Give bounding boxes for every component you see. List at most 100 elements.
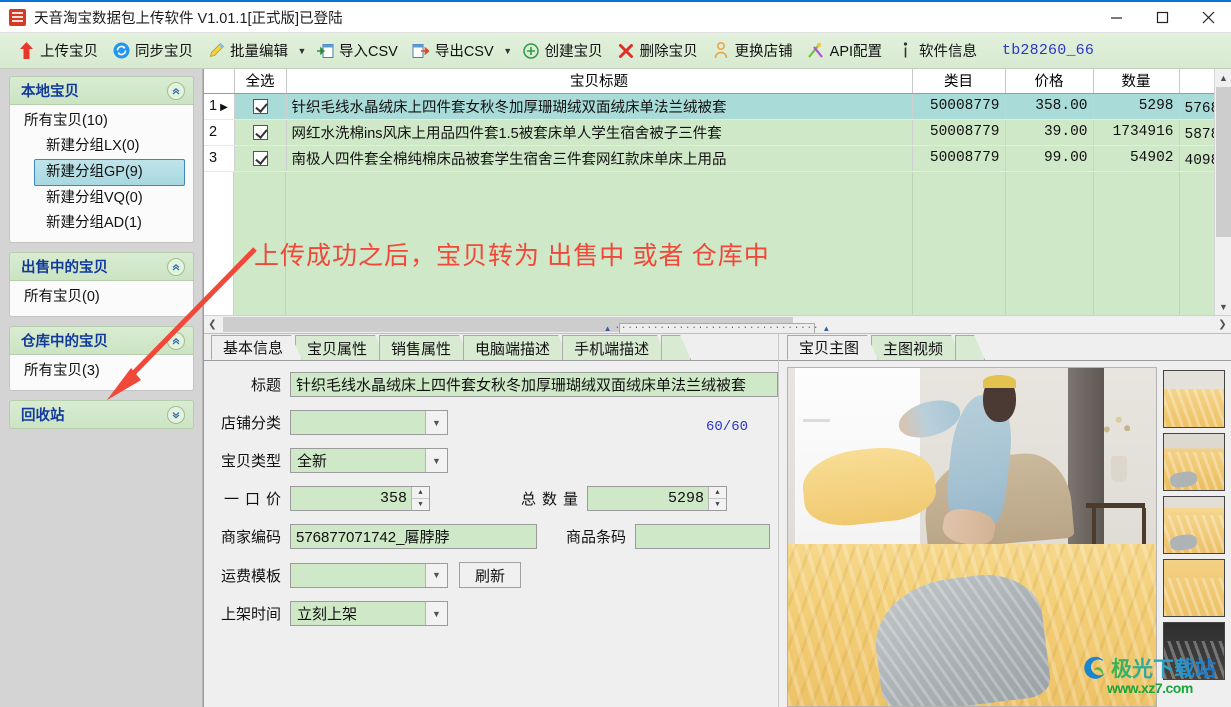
shop-category-select[interactable]: ▼ [290,410,448,435]
table-row[interactable]: 2 网红水洗棉ins风床上用品四件套1.5被套床单人学生宿舍被子三件套 5000… [204,119,1231,146]
row-checkbox[interactable] [252,98,268,114]
quantity-spinner-buttons[interactable]: ▲ ▼ [708,487,726,510]
sidebar-panel-title: 仓库中的宝贝 [21,334,108,350]
collapse-up-icon[interactable] [167,257,185,276]
main-product-image[interactable] [787,367,1157,707]
vertical-scroll-thumb[interactable] [1216,87,1231,237]
minimize-icon[interactable] [1093,2,1139,33]
tab-item-attributes[interactable]: 宝贝属性 [295,335,386,360]
tab-pc-description[interactable]: 电脑端描述 [463,335,569,360]
sidebar-panel-recycle: 回收站 [9,400,194,429]
application-window: 天音淘宝数据包上传软件 V1.01.1[正式版]已登陆 上传宝贝 同步宝贝 批量… [0,0,1231,707]
image-thumbnail[interactable] [1163,496,1225,554]
title-char-counter: 60/60 [705,419,748,435]
tab-main-images[interactable]: 宝贝主图 [787,335,878,360]
sidebar-item-group-gp[interactable]: 新建分组GP(9) [34,159,185,186]
toolbar-api-config-button[interactable]: API配置 [800,36,889,66]
price-stepper[interactable]: 358 ▲ ▼ [290,486,430,511]
column-header-title[interactable]: 宝贝标题 [286,69,913,94]
sidebar-panel-local: 本地宝贝 所有宝贝(10) 新建分组LX(0) 新建分组GP(9) 新建分组VQ… [9,76,194,243]
table-vertical-scrollbar[interactable]: ▲ ▼ [1214,69,1231,315]
tab-basic-info[interactable]: 基本信息 [211,335,302,360]
image-thumbnail[interactable] [1163,370,1225,428]
sidebar-item-all-warehouse[interactable]: 所有宝贝(3) [12,359,191,384]
merchant-code-input[interactable]: 576877071742_厬脖脖 [290,524,537,549]
chevron-down-icon[interactable]: ▼ [425,563,447,587]
quantity-stepper[interactable]: 5298 ▲ ▼ [587,486,727,511]
title-input[interactable]: 针织毛线水晶绒床上四件套女秋冬加厚珊瑚绒双面绒床单法兰绒被套 [290,372,778,397]
price-spinner-buttons[interactable]: ▲ ▼ [411,487,429,510]
toolbar-upload-button[interactable]: 上传宝贝 [10,36,105,66]
column-header-rownum [204,69,235,94]
column-header-selectall[interactable]: 全选 [234,69,287,94]
sidebar-item-all-onsale[interactable]: 所有宝贝(0) [12,285,191,310]
sidebar-item-group-vq[interactable]: 新建分组VQ(0) [12,186,191,211]
image-thumbnail[interactable] [1163,622,1225,680]
items-table-container: 全选 宝贝标题 类目 价格 数量 商家编码 1▶ 针织毛线水晶绒床上四件套女秋 [204,69,1231,334]
sidebar-panel-header-local[interactable]: 本地宝贝 [9,76,194,105]
maximize-icon[interactable] [1139,2,1185,33]
sidebar-panel-header-recycle[interactable]: 回收站 [9,400,194,429]
spinner-down-icon[interactable]: ▼ [412,499,429,510]
barcode-input[interactable] [635,524,770,549]
row-checkbox-cell[interactable] [234,145,287,172]
tab-mobile-description[interactable]: 手机端描述 [562,335,668,360]
tab-sales-attributes[interactable]: 销售属性 [379,335,470,360]
batch-edit-dropdown-caret[interactable]: ▼ [295,37,309,65]
export-csv-dropdown-caret[interactable]: ▼ [501,37,515,65]
column-header-quantity[interactable]: 数量 [1093,69,1180,94]
sidebar-panel-header-warehouse[interactable]: 仓库中的宝贝 [9,326,194,355]
sidebar-item-group-ad[interactable]: 新建分组AD(1) [12,211,191,236]
sidebar-panel-header-onsale[interactable]: 出售中的宝贝 [9,252,194,281]
scroll-right-icon[interactable]: ❯ [1214,316,1231,333]
scroll-down-icon[interactable]: ▼ [1215,298,1231,315]
tab-main-video[interactable]: 主图视频 [871,335,962,360]
image-thumbnail-list [1157,367,1231,707]
row-checkbox[interactable] [252,150,268,166]
spinner-up-icon[interactable]: ▲ [709,487,726,499]
toolbar-change-shop-button[interactable]: 更换店铺 [705,36,800,66]
cell-title: 针织毛线水晶绒床上四件套女秋冬加厚珊瑚绒双面绒床单法兰绒被套 [286,93,913,120]
toolbar-batch-edit-button[interactable]: 批量编辑 [200,36,295,66]
collapse-up-icon[interactable] [167,331,185,350]
toolbar-export-csv-button[interactable]: 导出CSV [405,36,501,66]
sidebar-item-all-local[interactable]: 所有宝贝(10) [12,109,191,134]
spinner-down-icon[interactable]: ▼ [709,499,726,510]
form-row-title: 标题 针织毛线水晶绒床上四件套女秋冬加厚珊瑚绒双面绒床单法兰绒被套 [204,372,778,397]
row-checkbox[interactable] [252,124,268,140]
scroll-up-icon[interactable]: ▲ [1215,69,1231,86]
column-header-category[interactable]: 类目 [912,69,1006,94]
table-row[interactable]: 1 ▶ 针织毛线水晶绒床上四件套女秋冬加厚珊瑚绒双面绒床单法兰绒被套 500087… [204,93,1231,120]
row-checkbox-cell[interactable] [234,93,287,120]
refresh-button[interactable]: 刷新 [459,562,521,588]
toolbar-software-info-button[interactable]: 软件信息 [889,36,984,66]
spinner-up-icon[interactable]: ▲ [412,487,429,499]
toolbar-import-csv-button[interactable]: 导入CSV [309,36,405,66]
scroll-left-icon[interactable]: ❮ [204,316,221,333]
chevron-down-icon[interactable]: ▼ [425,449,447,472]
close-icon[interactable] [1185,2,1231,33]
table-row[interactable]: 3 南极人四件套全棉纯棉床品被套学生宿舍三件套网红款床单床上用品 5000877… [204,145,1231,172]
toolbar-item-label: 导入CSV [339,44,398,60]
item-type-select[interactable]: 全新 ▼ [290,448,448,473]
sidebar-item-group-lx[interactable]: 新建分组LX(0) [12,134,191,159]
logged-in-user[interactable]: tb28260_66 [1002,42,1094,59]
image-thumbnail[interactable] [1163,559,1225,617]
toolbar-sync-button[interactable]: 同步宝贝 [105,36,200,66]
collapse-up-icon[interactable] [167,81,185,100]
splitter-grip[interactable]: ▲ ································ ▲ [604,323,830,333]
toolbar-item-label: 导出CSV [434,44,494,60]
upload-arrow-icon [17,42,35,60]
column-header-price[interactable]: 价格 [1005,69,1094,94]
chevron-down-icon[interactable]: ▼ [425,411,447,434]
listing-time-select[interactable]: 立刻上架 ▼ [290,601,448,626]
expand-down-icon[interactable] [167,405,185,424]
chevron-down-icon[interactable]: ▼ [425,602,447,625]
label-listing-time: 上架时间 [220,606,281,623]
image-thumbnail[interactable] [1163,433,1225,491]
toolbar-create-item-button[interactable]: 创建宝贝 [515,36,610,66]
row-number-cell: 1 ▶ [204,93,235,120]
freight-template-select[interactable]: ▼ [290,562,448,588]
toolbar-delete-item-button[interactable]: 删除宝贝 [610,36,705,66]
row-checkbox-cell[interactable] [234,119,287,146]
